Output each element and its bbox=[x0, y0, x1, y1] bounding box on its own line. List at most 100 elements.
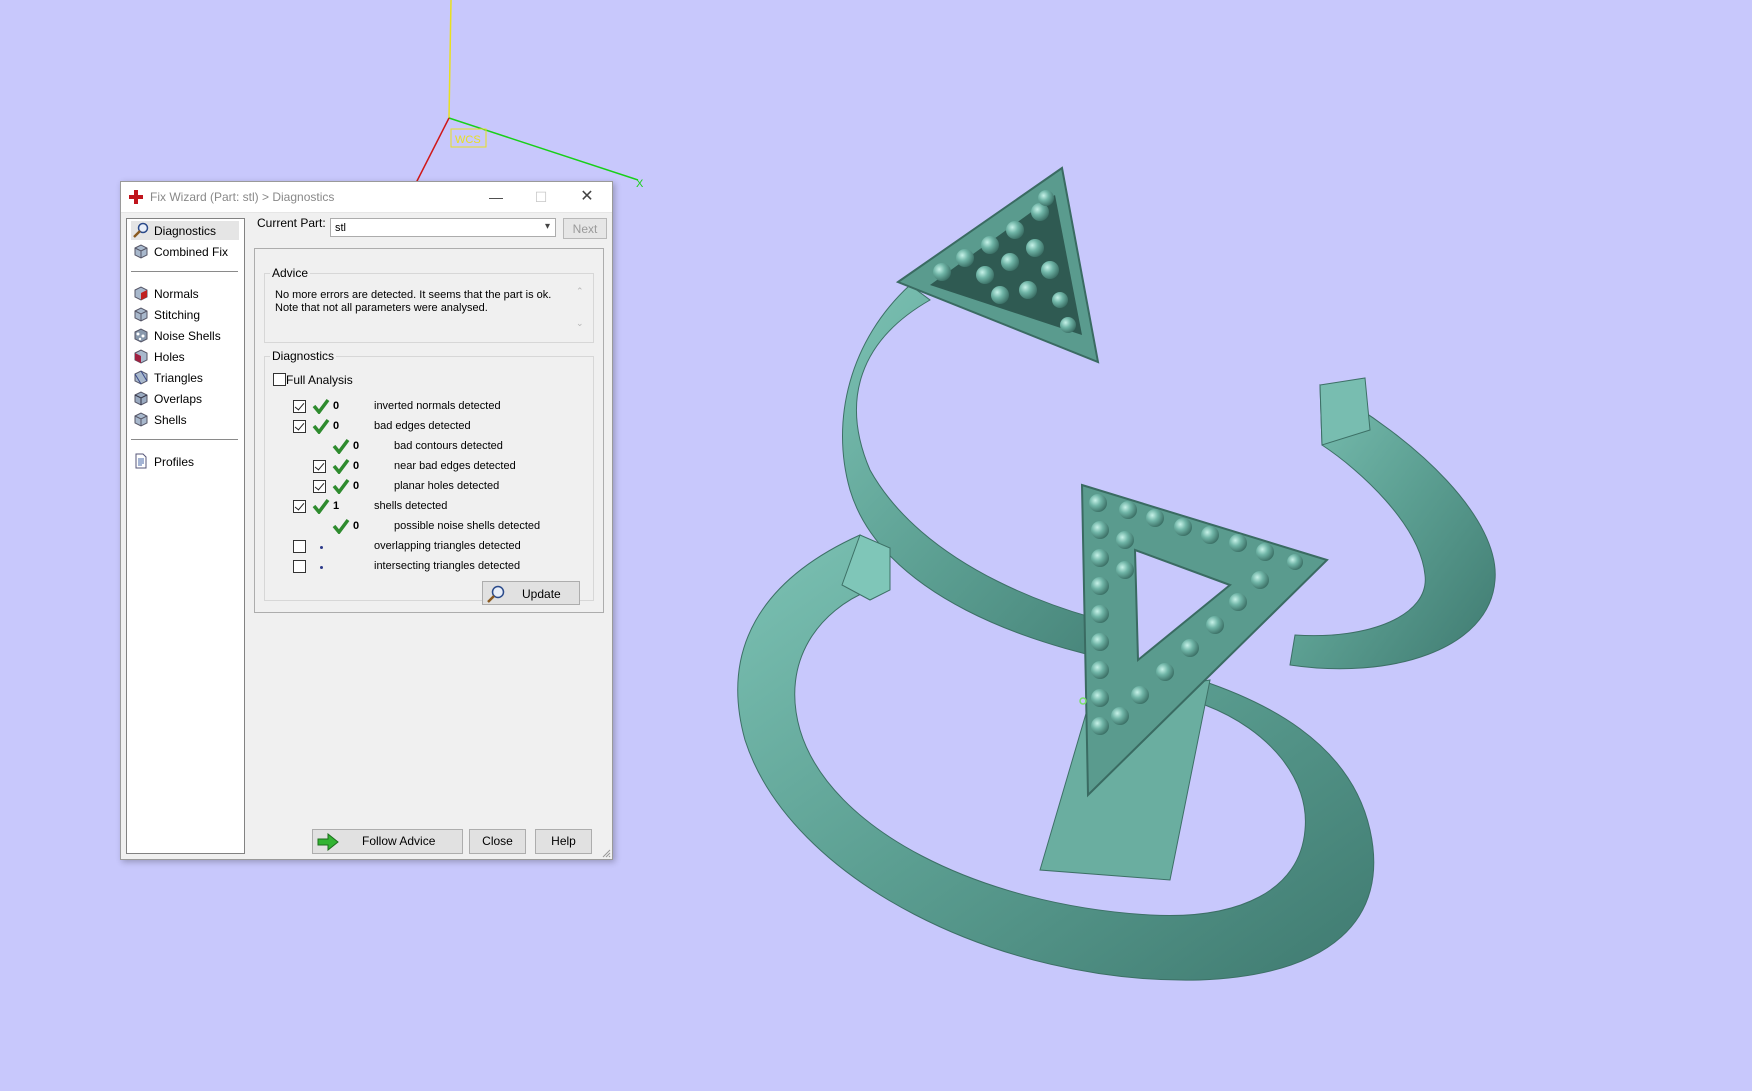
title-bar[interactable]: Fix Wizard (Part: stl) > Diagnostics — ☐… bbox=[121, 182, 612, 213]
chevron-down-icon: ▾ bbox=[544, 221, 550, 232]
y-axis-line bbox=[448, 0, 452, 119]
bad-edges-label: bad edges detected bbox=[374, 420, 471, 432]
sidebar-item-noise-shells[interactable]: Noise Shells bbox=[131, 326, 239, 345]
check-mark-icon bbox=[332, 478, 350, 494]
sidebar-item-label: Overlaps bbox=[154, 392, 203, 406]
sidebar-item-label: Profiles bbox=[154, 455, 195, 469]
magnifier-icon bbox=[487, 585, 505, 603]
current-part-label: Current Part: bbox=[257, 216, 326, 230]
resize-grip-icon[interactable] bbox=[601, 848, 611, 858]
near-bad-edges-label: near bad edges detected bbox=[394, 460, 516, 472]
x-axis-label: X bbox=[636, 178, 644, 190]
overlaps-cube-icon bbox=[134, 391, 148, 406]
sidebar-item-label: Combined Fix bbox=[154, 245, 229, 259]
update-button[interactable]: Update bbox=[482, 581, 580, 605]
not-analysed-dot-icon bbox=[320, 546, 323, 549]
x-axis-line bbox=[448, 117, 639, 181]
cube-icon bbox=[134, 244, 148, 259]
sidebar-item-combined-fix[interactable]: Combined Fix bbox=[131, 242, 239, 261]
sidebar-divider bbox=[131, 271, 238, 272]
check-mark-icon bbox=[332, 518, 350, 534]
bad-edges-count: 0 bbox=[333, 420, 340, 432]
sidebar-item-label: Holes bbox=[154, 350, 185, 364]
holes-cube-icon bbox=[134, 349, 148, 364]
diagnostics-title: Diagnostics bbox=[270, 349, 337, 363]
noise-shells-count: 0 bbox=[353, 520, 360, 532]
full-analysis-checkbox[interactable] bbox=[273, 373, 286, 386]
maximize-button[interactable]: ☐ bbox=[519, 182, 563, 212]
close-button[interactable]: Close bbox=[469, 829, 526, 854]
near-bad-edges-checkbox[interactable] bbox=[313, 460, 326, 473]
current-part-value: stl bbox=[335, 222, 346, 234]
sidebar-item-label: Stitching bbox=[154, 308, 201, 322]
sidebar-item-label: Diagnostics bbox=[154, 224, 217, 238]
advice-text-line: Note that not all parameters were analys… bbox=[275, 302, 488, 314]
check-mark-icon bbox=[312, 418, 330, 434]
noise-shells-label: possible noise shells detected bbox=[394, 520, 541, 532]
shells-cube-icon bbox=[134, 412, 148, 427]
fix-wizard-dialog: Fix Wizard (Part: stl) > Diagnostics — ☐… bbox=[120, 181, 613, 860]
planar-holes-label: planar holes detected bbox=[394, 480, 500, 492]
upper-triangle-setting bbox=[895, 166, 1100, 364]
advice-scrollbar[interactable]: ⌃ ⌄ bbox=[574, 286, 588, 332]
sidebar-item-diagnostics[interactable]: Diagnostics bbox=[131, 221, 239, 240]
bad-edges-checkbox[interactable] bbox=[293, 420, 306, 433]
next-button[interactable]: Next bbox=[563, 218, 607, 239]
check-mark-icon bbox=[312, 398, 330, 414]
update-label: Update bbox=[522, 587, 561, 601]
overlapping-triangles-label: overlapping triangles detected bbox=[374, 540, 521, 552]
sidebar-item-label: Noise Shells bbox=[154, 329, 221, 343]
planar-holes-checkbox[interactable] bbox=[313, 480, 326, 493]
normals-cube-icon bbox=[134, 286, 148, 301]
shells-count: 1 bbox=[333, 500, 340, 512]
close-window-button[interactable]: ✕ bbox=[565, 182, 609, 212]
help-button[interactable]: Help bbox=[535, 829, 592, 854]
advice-text: No more errors are detected. It seems th… bbox=[275, 289, 565, 315]
follow-advice-label: Follow Advice bbox=[362, 834, 436, 848]
intersecting-triangles-label: intersecting triangles detected bbox=[374, 560, 521, 572]
ring-model[interactable] bbox=[737, 166, 1496, 981]
wcs-label: WCS bbox=[455, 134, 481, 146]
check-mark-icon bbox=[332, 438, 350, 454]
sidebar-item-shells[interactable]: Shells bbox=[131, 410, 239, 429]
scroll-up-icon[interactable]: ⌃ bbox=[576, 286, 584, 297]
inverted-normals-label: inverted normals detected bbox=[374, 400, 501, 412]
sidebar-item-label: Normals bbox=[154, 287, 199, 301]
green-arrow-icon bbox=[317, 833, 339, 851]
diagnostics-panel: Advice No more errors are detected. It s… bbox=[254, 248, 604, 613]
sidebar-item-label: Triangles bbox=[154, 371, 203, 385]
intersecting-triangles-checkbox[interactable] bbox=[293, 560, 306, 573]
overlapping-triangles-checkbox[interactable] bbox=[293, 540, 306, 553]
sidebar-item-normals[interactable]: Normals bbox=[131, 284, 239, 303]
pivot-marker bbox=[1079, 697, 1087, 705]
sidebar-item-holes[interactable]: Holes bbox=[131, 347, 239, 366]
bad-contours-count: 0 bbox=[353, 440, 360, 452]
inverted-normals-checkbox[interactable] bbox=[293, 400, 306, 413]
red-cross-icon bbox=[129, 190, 143, 204]
scroll-down-icon[interactable]: ⌄ bbox=[576, 318, 584, 329]
wcs-axes: WCS X bbox=[415, 0, 644, 190]
diagnostics-group: Diagnostics Full Analysis 0 inverted nor… bbox=[264, 349, 594, 605]
sidebar-item-overlaps[interactable]: Overlaps bbox=[131, 389, 239, 408]
ring-band-back bbox=[1289, 384, 1496, 670]
sidebar-item-profiles[interactable]: Profiles bbox=[131, 452, 239, 471]
magnifier-icon bbox=[133, 222, 149, 238]
profiles-document-icon bbox=[135, 453, 147, 469]
inverted-normals-count: 0 bbox=[333, 400, 340, 412]
minimize-button[interactable]: — bbox=[474, 182, 518, 212]
sidebar-item-triangles[interactable]: Triangles bbox=[131, 368, 239, 387]
check-mark-icon bbox=[312, 498, 330, 514]
sidebar-item-stitching[interactable]: Stitching bbox=[131, 305, 239, 324]
current-part-select[interactable]: stl ▾ bbox=[330, 218, 556, 237]
bad-contours-label: bad contours detected bbox=[394, 440, 503, 452]
shells-checkbox[interactable] bbox=[293, 500, 306, 513]
advice-title: Advice bbox=[270, 266, 311, 280]
shells-label: shells detected bbox=[374, 500, 448, 512]
follow-advice-button[interactable]: Follow Advice bbox=[312, 829, 463, 854]
full-analysis-label: Full Analysis bbox=[286, 373, 353, 387]
noise-shells-icon bbox=[134, 328, 148, 343]
triangles-cube-icon bbox=[134, 370, 148, 385]
check-mark-icon bbox=[332, 458, 350, 474]
advice-text-line: No more errors are detected. It seems th… bbox=[275, 289, 552, 301]
sidebar-divider bbox=[131, 439, 238, 440]
